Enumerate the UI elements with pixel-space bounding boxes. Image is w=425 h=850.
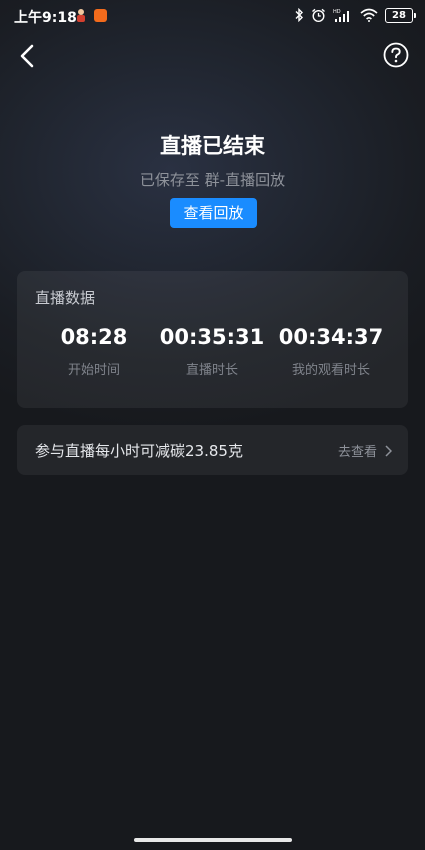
carbon-reduction-text: 参与直播每小时可减碳23.85克 [35, 442, 243, 460]
view-replay-button[interactable]: 查看回放 [170, 198, 257, 228]
view-link-label: 去查看 [337, 445, 377, 460]
carbon-reduction-row[interactable]: 参与直播每小时可减碳23.85克 去查看 [17, 425, 408, 475]
signal-hd-icon: HD [333, 9, 349, 22]
status-time: 上午9:18 [14, 10, 77, 26]
stat-value: 00:34:37 [278, 325, 384, 349]
bluetooth-icon [295, 8, 303, 22]
alarm-icon [312, 8, 325, 22]
status-icons: HD 28 [294, 6, 416, 24]
stat-label: 直播时长 [185, 363, 238, 378]
notification-app-icon [77, 9, 85, 22]
stat-live-duration: 00:35:31 直播时长 [147, 325, 277, 378]
stat-value: 00:35:31 [159, 325, 265, 349]
stat-label: 我的观看时长 [291, 363, 370, 378]
stat-watch-duration: 00:34:37 我的观看时长 [266, 325, 396, 378]
battery-icon: 28 [385, 7, 416, 23]
help-icon[interactable] [383, 42, 409, 68]
stat-label: 开始时间 [67, 363, 120, 378]
stat-value: 08:28 [60, 325, 128, 349]
stat-start-time: 08:28 开始时间 [29, 325, 159, 378]
wifi-icon [360, 8, 378, 22]
status-bar: 上午9:18 HD 28 [0, 0, 425, 30]
page-title: 直播已结束 [160, 134, 265, 158]
view-carbon-link[interactable]: 去查看 [338, 441, 392, 460]
notification-app-icon-2 [94, 9, 107, 22]
chevron-right-icon [385, 444, 392, 457]
svg-text:HD: HD [333, 9, 341, 15]
live-stats-card: 直播数据 08:28 开始时间 00:35:31 直播时长 00:34:37 我… [17, 271, 408, 408]
saved-location-text: 已保存至 群-直播回放 [139, 171, 286, 189]
back-icon[interactable] [16, 42, 42, 70]
stats-title: 直播数据 [35, 289, 96, 307]
home-indicator[interactable] [134, 838, 292, 842]
